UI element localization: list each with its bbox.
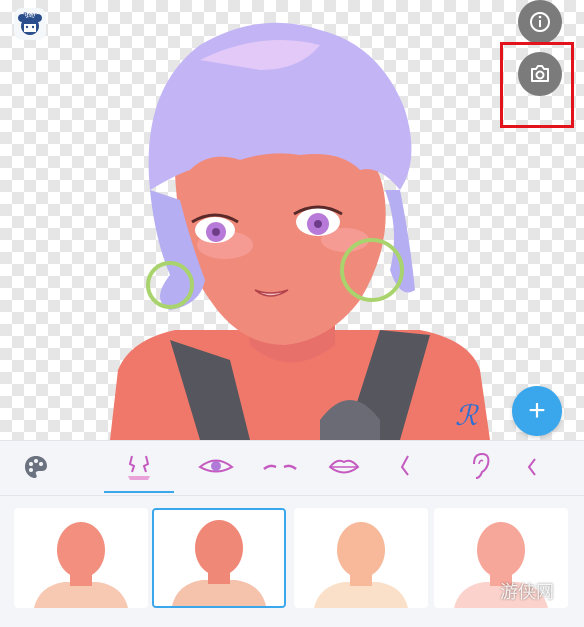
logo-text: Bear bbox=[23, 13, 37, 19]
app-logo[interactable]: Bear bbox=[14, 8, 46, 40]
body-preview bbox=[314, 522, 408, 608]
skin-option-1[interactable] bbox=[14, 508, 148, 608]
add-button[interactable]: + bbox=[512, 386, 562, 436]
mouth-icon bbox=[328, 459, 360, 474]
more-icon bbox=[527, 458, 536, 476]
tab-palette[interactable] bbox=[16, 447, 56, 487]
tab-indicator bbox=[104, 491, 174, 493]
character-illustration: ℛ bbox=[110, 22, 490, 440]
body-preview bbox=[172, 520, 266, 606]
svg-text:ℛ: ℛ bbox=[455, 399, 479, 432]
eyebrows-icon bbox=[263, 464, 297, 470]
tab-more[interactable] bbox=[520, 447, 544, 487]
highlight-box bbox=[500, 42, 574, 128]
tab-body[interactable] bbox=[104, 447, 174, 487]
category-toolbar bbox=[0, 440, 584, 496]
tab-eyebrows[interactable] bbox=[250, 447, 310, 487]
info-button[interactable] bbox=[518, 0, 562, 44]
body-icon bbox=[128, 455, 150, 480]
nose-icon bbox=[400, 455, 409, 476]
ear-icon bbox=[473, 452, 490, 479]
drawing-canvas[interactable]: ℛ Bear + bbox=[0, 0, 584, 440]
palette-icon bbox=[25, 456, 47, 478]
skin-option-3[interactable] bbox=[294, 508, 428, 608]
watermark: 游侠网 bbox=[500, 582, 554, 603]
tab-ears[interactable] bbox=[455, 447, 505, 487]
info-icon bbox=[530, 12, 550, 32]
tab-nose[interactable] bbox=[380, 447, 430, 487]
tab-mouth[interactable] bbox=[314, 447, 374, 487]
body-preview bbox=[34, 522, 128, 608]
eye-icon bbox=[198, 459, 234, 473]
tab-eyes[interactable] bbox=[186, 447, 246, 487]
skin-option-2[interactable] bbox=[152, 508, 286, 608]
options-panel bbox=[0, 496, 584, 627]
